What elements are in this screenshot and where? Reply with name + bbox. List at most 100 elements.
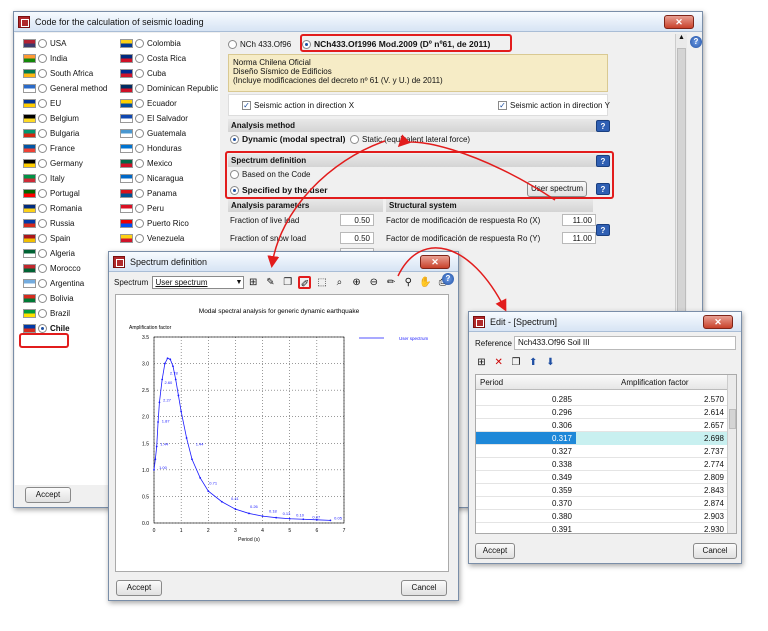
country-radio[interactable]	[135, 234, 144, 244]
table-row[interactable]: 0.306 2.657	[476, 419, 736, 432]
factor-cell[interactable]: 2.809	[576, 471, 728, 484]
zoom-out-icon[interactable]: ⊖	[367, 276, 380, 289]
snow-load-input[interactable]: 0.50	[340, 232, 374, 244]
spectrum-accept-button[interactable]: Accept	[116, 580, 162, 596]
move-up-icon[interactable]: ⬆	[527, 356, 540, 369]
country-radio[interactable]	[135, 129, 144, 139]
spectrum-cancel-button[interactable]: Cancel	[401, 580, 447, 596]
country-eu[interactable]: EU	[23, 97, 61, 110]
country-radio[interactable]	[135, 144, 144, 154]
reference-input[interactable]: Nch433.Of96 Soil III	[514, 336, 736, 350]
country-algeria[interactable]: Algeria	[23, 247, 75, 260]
zoom-in-icon[interactable]: ⊕	[350, 276, 363, 289]
country-general-method[interactable]: General method	[23, 82, 107, 95]
country-radio[interactable]	[135, 84, 144, 94]
table-row[interactable]: 0.327 2.737	[476, 445, 736, 458]
country-guatemala[interactable]: Guatemala	[120, 127, 186, 140]
country-radio[interactable]	[38, 249, 47, 259]
country-radio[interactable]	[135, 69, 144, 79]
new-spectrum-icon[interactable]: ⊞	[247, 276, 260, 289]
country-radio[interactable]	[135, 204, 144, 214]
static-option[interactable]: Static (equivalent lateral force)	[350, 133, 470, 146]
country-brazil[interactable]: Brazil	[23, 307, 70, 320]
seismic-y-option[interactable]: ✓ Seismic action in direction Y	[498, 99, 610, 112]
country-nicaragua[interactable]: Nicaragua	[120, 172, 183, 185]
country-panama[interactable]: Panama	[120, 187, 177, 200]
main-accept-button[interactable]: Accept	[25, 487, 71, 503]
factor-cell[interactable]: 2.874	[576, 497, 728, 510]
dynamic-radio[interactable]	[230, 135, 239, 145]
seismic-y-checkbox[interactable]: ✓	[498, 101, 507, 111]
factor-cell[interactable]: 2.698	[576, 432, 728, 445]
country-el-salvador[interactable]: El Salvador	[120, 112, 188, 125]
factor-column-header[interactable]: Amplification factor	[621, 375, 689, 390]
edit-spectrum-icon[interactable]: ✎	[264, 276, 277, 289]
delete-row-icon[interactable]: ✕	[492, 356, 505, 369]
period-cell[interactable]: 0.317	[476, 432, 574, 445]
country-radio[interactable]	[135, 39, 144, 49]
table-row[interactable]: 0.349 2.809	[476, 471, 736, 484]
copy-spectrum-icon[interactable]: ❐	[281, 276, 294, 289]
table-row[interactable]: 0.380 2.903	[476, 510, 736, 523]
country-argentina[interactable]: Argentina	[23, 277, 84, 290]
country-radio[interactable]	[38, 234, 47, 244]
table-row[interactable]: 0.338 2.774	[476, 458, 736, 471]
seismic-x-option[interactable]: ✓ Seismic action in direction X	[242, 99, 354, 112]
factor-cell[interactable]: 2.903	[576, 510, 728, 523]
country-france[interactable]: France	[23, 142, 75, 155]
country-ecuador[interactable]: Ecuador	[120, 97, 177, 110]
edit-accept-button[interactable]: Accept	[475, 543, 515, 559]
country-colombia[interactable]: Colombia	[120, 37, 181, 50]
period-cell[interactable]: 0.296	[476, 406, 574, 419]
main-close-button[interactable]: ✕	[664, 15, 694, 29]
country-russia[interactable]: Russia	[23, 217, 74, 230]
country-spain[interactable]: Spain	[23, 232, 70, 245]
country-puerto-rico[interactable]: Puerto Rico	[120, 217, 189, 230]
country-radio[interactable]	[38, 39, 47, 49]
country-bolivia[interactable]: Bolivia	[23, 292, 74, 305]
country-radio[interactable]	[38, 279, 47, 289]
country-radio[interactable]	[135, 219, 144, 229]
country-germany[interactable]: Germany	[23, 157, 83, 170]
dynamic-option[interactable]: Dynamic (modal spectral)	[230, 133, 345, 146]
spectrum-select[interactable]: User spectrum ▼	[152, 276, 245, 290]
factor-cell[interactable]: 2.774	[576, 458, 728, 471]
search-icon[interactable]: ⚲	[402, 276, 415, 289]
factor-cell[interactable]: 2.570	[576, 393, 728, 406]
country-cuba[interactable]: Cuba	[120, 67, 166, 80]
period-column-header[interactable]: Period	[480, 375, 503, 390]
table-row[interactable]: 0.317 2.698	[476, 432, 736, 445]
period-cell[interactable]: 0.359	[476, 484, 574, 497]
country-peru[interactable]: Peru	[120, 202, 164, 215]
country-morocco[interactable]: Morocco	[23, 262, 81, 275]
country-mexico[interactable]: Mexico	[120, 157, 172, 170]
country-dominican-republic[interactable]: Dominican Republic	[120, 82, 218, 95]
country-radio[interactable]	[38, 309, 47, 319]
period-cell[interactable]: 0.306	[476, 419, 574, 432]
factor-cell[interactable]: 2.843	[576, 484, 728, 497]
country-radio[interactable]	[38, 219, 47, 229]
pan-icon[interactable]: ✋	[419, 276, 432, 289]
country-italy[interactable]: Italy	[23, 172, 65, 185]
country-radio[interactable]	[38, 264, 47, 274]
edit-cancel-button[interactable]: Cancel	[693, 543, 737, 559]
static-radio[interactable]	[350, 135, 359, 145]
country-radio[interactable]	[38, 114, 47, 124]
edit-close-button[interactable]: ✕	[703, 315, 733, 329]
factor-cell[interactable]: 2.930	[576, 523, 728, 533]
code-option-1[interactable]: NCh 433.Of96	[228, 38, 291, 51]
country-radio[interactable]	[38, 144, 47, 154]
export-icon[interactable]: ⬚	[316, 276, 329, 289]
country-radio[interactable]	[38, 294, 47, 304]
copy-row-icon[interactable]: ❐	[509, 356, 522, 369]
country-radio[interactable]	[38, 174, 47, 184]
period-cell[interactable]: 0.370	[476, 497, 574, 510]
country-radio[interactable]	[38, 54, 47, 64]
country-radio[interactable]	[38, 69, 47, 79]
spectrum-close-button[interactable]: ✕	[420, 255, 450, 269]
country-honduras[interactable]: Honduras	[120, 142, 182, 155]
main-help-icon[interactable]: ?	[690, 36, 702, 48]
table-row[interactable]: 0.285 2.570	[476, 393, 736, 406]
table-scroll-thumb[interactable]	[729, 409, 736, 429]
country-radio[interactable]	[135, 174, 144, 184]
